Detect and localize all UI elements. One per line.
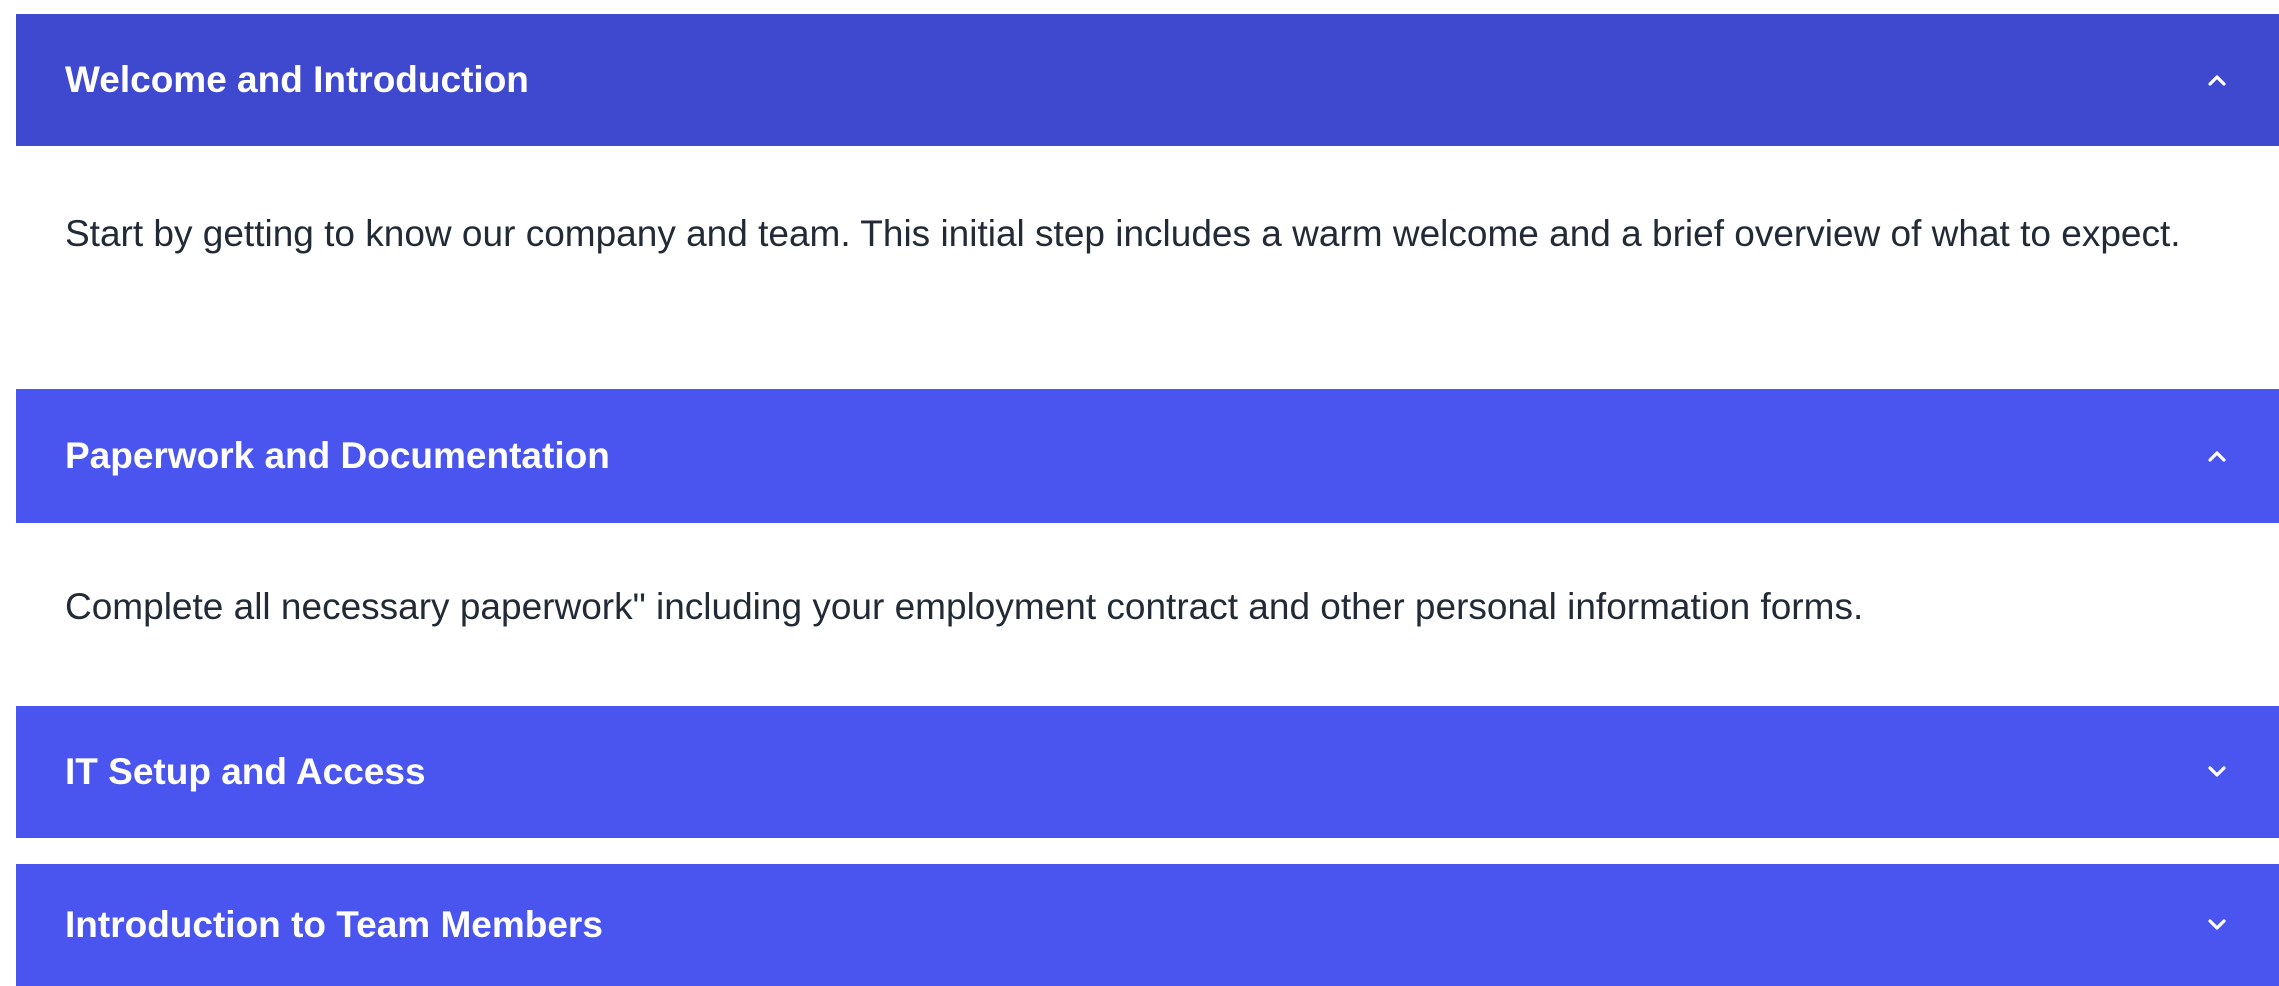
accordion-header-welcome[interactable]: Welcome and Introduction xyxy=(16,14,2279,146)
accordion-body-welcome: Start by getting to know our company and… xyxy=(65,213,2181,254)
accordion-title: Introduction to Team Members xyxy=(65,904,603,945)
onboarding-accordion: Welcome and Introduction Start by gettin… xyxy=(0,0,2279,986)
accordion-header-paperwork[interactable]: Paperwork and Documentation xyxy=(16,389,2279,523)
chevron-up-icon[interactable] xyxy=(2205,444,2229,468)
chevron-down-icon[interactable] xyxy=(2205,760,2229,784)
accordion-title: IT Setup and Access xyxy=(65,751,426,792)
chevron-up-icon[interactable] xyxy=(2205,68,2229,92)
accordion-title: Paperwork and Documentation xyxy=(65,435,610,476)
accordion-title: Welcome and Introduction xyxy=(65,59,529,100)
accordion-header-team-members[interactable]: Introduction to Team Members xyxy=(16,864,2279,986)
accordion-body-paperwork: Complete all necessary paperwork" includ… xyxy=(65,586,1864,627)
accordion-header-it-setup[interactable]: IT Setup and Access xyxy=(16,706,2279,838)
chevron-down-icon[interactable] xyxy=(2205,913,2229,937)
